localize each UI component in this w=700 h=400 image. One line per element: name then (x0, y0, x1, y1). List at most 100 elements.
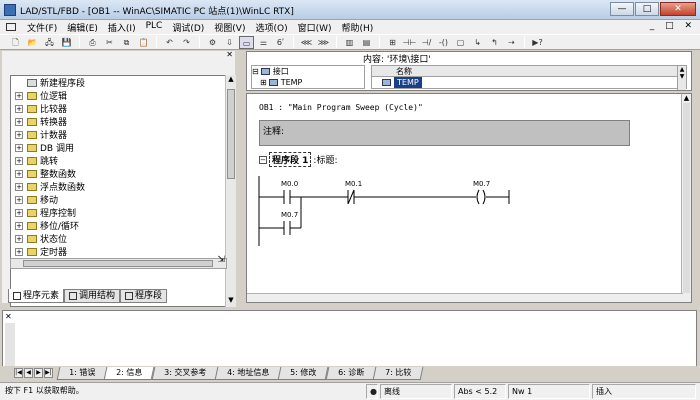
tree-item[interactable]: + 计数器 (11, 128, 226, 141)
expand-icon[interactable]: + (15, 91, 23, 100)
branch-close-icon[interactable]: ↰ (487, 36, 502, 49)
expand-icon[interactable]: + (15, 156, 23, 165)
close-button[interactable]: ✕ (660, 2, 696, 16)
expand-icon[interactable]: + (15, 247, 23, 256)
insert-network-icon[interactable]: ⊞ (385, 36, 400, 49)
left-tab-1[interactable]: 调用结构 (64, 289, 121, 303)
output-tab-5[interactable]: 5: 修改 (277, 366, 330, 380)
output-tab-1[interactable]: 1: 错误 (56, 366, 108, 380)
output-tab-7[interactable]: 7: 比较 (372, 366, 424, 380)
output-tab-2[interactable]: 2: 信息 (103, 366, 156, 380)
redo-icon[interactable]: ↷ (179, 36, 194, 49)
expand-icon[interactable]: + (15, 234, 23, 243)
monitor-icon[interactable]: 6ʹ (273, 36, 288, 49)
tree-item[interactable]: + 移动 (11, 193, 226, 206)
expand-icon[interactable]: ⊟ (252, 67, 259, 76)
overview-icon[interactable]: ▭ (239, 35, 254, 49)
pin-icon[interactable]: ⇲ (217, 255, 225, 265)
copy-icon[interactable]: ⧉ (119, 36, 134, 49)
open-icon[interactable]: 📂 (25, 36, 40, 49)
scroll-thumb[interactable] (227, 89, 235, 179)
expand-icon[interactable]: + (15, 208, 23, 217)
scroll-up-icon[interactable]: ▲ (227, 75, 235, 86)
coil-address[interactable]: M0.7 (473, 180, 490, 188)
expand-icon[interactable]: + (15, 182, 23, 191)
tree-item[interactable]: 新建程序段 (11, 76, 226, 89)
cut-icon[interactable]: ✂ (102, 36, 117, 49)
contact-no-icon[interactable]: ⊣⊢ (402, 36, 417, 49)
scroll-down-icon[interactable]: ▼ (227, 296, 235, 307)
coil-icon[interactable]: -() (436, 36, 451, 49)
ladder-editor[interactable]: OB1 : "Main Program Sweep (Cycle)" 注释: −… (246, 93, 692, 303)
mdi-controls[interactable]: _ □ ✕ (650, 21, 696, 31)
contact-nc-icon[interactable]: ⊣/⊢ (419, 36, 434, 60)
expand-icon[interactable]: + (15, 143, 23, 152)
menu-item-6[interactable]: 选项(O) (250, 21, 292, 34)
menu-item-1[interactable]: 编辑(E) (62, 21, 103, 34)
left-tab-0[interactable]: 程序元素 (8, 289, 65, 303)
tree-item[interactable]: + 程序控制 (11, 206, 226, 219)
expand-icon[interactable]: + (15, 169, 23, 178)
branch-open-icon[interactable]: ↳ (470, 36, 485, 49)
output-tab-3[interactable]: 3: 交叉参考 (151, 366, 219, 380)
tab-nav-button-3[interactable]: ▶| (44, 368, 53, 378)
view-split-icon[interactable]: ▤ (359, 36, 374, 49)
paste-icon[interactable]: 📋 (136, 36, 151, 49)
nav-left-icon[interactable]: ⋘ (299, 36, 314, 49)
interface-scrollbar[interactable]: ▲ ▼ (677, 66, 686, 90)
menu-item-2[interactable]: 插入(I) (103, 21, 141, 34)
menu-item-0[interactable]: 文件(F) (22, 21, 62, 34)
tree-item[interactable]: + 定时器 (11, 245, 226, 258)
contact2-address[interactable]: M0.1 (345, 180, 362, 188)
menu-item-5[interactable]: 视图(V) (209, 21, 250, 34)
expand-icon[interactable]: + (15, 130, 23, 139)
menu-item-8[interactable]: 帮助(H) (337, 21, 379, 34)
editor-vertical-scrollbar[interactable]: ▲ (681, 94, 691, 302)
maximize-button[interactable]: □ (635, 2, 659, 16)
view-detail-icon[interactable]: ▥ (342, 36, 357, 49)
contact1-address[interactable]: M0.0 (281, 180, 298, 188)
menu-item-4[interactable]: 调试(D) (167, 21, 209, 34)
column-header-name[interactable]: 名称 (372, 66, 686, 77)
tab-nav-button-0[interactable]: |◀ (14, 368, 23, 378)
tree-item[interactable]: + 转换器 (11, 115, 226, 128)
tree-item[interactable]: + DB 调用 (11, 141, 226, 154)
tab-nav-button-2[interactable]: ▶ (34, 368, 43, 378)
panel-close-icon[interactable]: ✕ (226, 50, 233, 59)
undo-icon[interactable]: ↶ (162, 36, 177, 49)
expand-icon[interactable]: ⊞ (260, 78, 267, 87)
network-icon[interactable]: ⚌ (256, 36, 271, 49)
online-icon[interactable]: ⚙ (205, 36, 220, 49)
tree-item[interactable]: + 移位/循环 (11, 219, 226, 232)
output-scrollbar[interactable] (5, 323, 15, 366)
expand-icon[interactable]: + (15, 221, 23, 230)
contact3-address[interactable]: M0.7 (281, 211, 298, 219)
tab-nav-button-1[interactable]: ◀ (24, 368, 33, 378)
menu-item-7[interactable]: 窗口(W) (293, 21, 337, 34)
tree-vertical-scrollbar[interactable]: ▲ ▼ (225, 75, 236, 307)
tree-item[interactable]: + 跳转 (11, 154, 226, 167)
output-close-icon[interactable]: ✕ (5, 312, 12, 321)
left-tab-2[interactable]: 程序段 (120, 289, 168, 303)
open-online-icon[interactable]: 🖧 (42, 36, 57, 49)
document-menu-icon[interactable] (6, 23, 16, 31)
blank-icon[interactable] (15, 78, 23, 87)
tree-item[interactable]: + 状态位 (11, 232, 226, 245)
save-icon[interactable]: 💾 (59, 36, 74, 49)
menu-item-3[interactable]: PLC (141, 21, 168, 34)
output-tab-6[interactable]: 6: 诊断 (325, 366, 377, 380)
tree-item[interactable]: + 浮点数函数 (11, 180, 226, 193)
print-icon[interactable]: ⎙ (85, 36, 100, 49)
download-icon[interactable]: ⇩ (222, 36, 237, 49)
minimize-button[interactable]: — (610, 2, 634, 16)
expand-icon[interactable]: + (15, 104, 23, 113)
help-icon[interactable]: ▶? (530, 36, 545, 49)
editor-horizontal-scrollbar[interactable] (247, 293, 683, 302)
tree-item[interactable]: + 整数函数 (11, 167, 226, 180)
new-icon[interactable]: 🗋 (8, 36, 23, 49)
tree-item[interactable]: + 位逻辑 (11, 89, 226, 102)
interface-tree-item[interactable]: ⊟ 接口 (252, 66, 364, 77)
tree-item[interactable]: + 比较器 (11, 102, 226, 115)
expand-icon[interactable]: + (15, 117, 23, 126)
hscroll-thumb[interactable] (23, 260, 213, 267)
